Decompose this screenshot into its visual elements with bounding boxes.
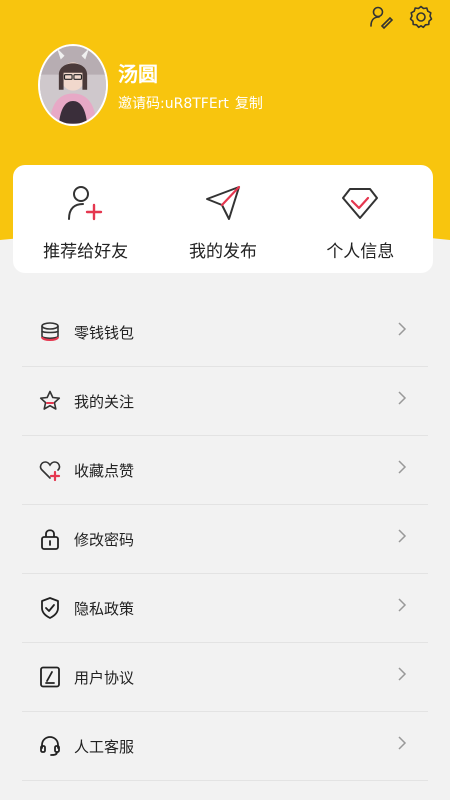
avatar[interactable]	[38, 44, 108, 126]
add-user-icon	[67, 186, 102, 221]
user-edit-icon[interactable]	[368, 4, 394, 30]
chevron-right-icon	[398, 598, 407, 612]
headset-icon	[40, 736, 60, 756]
star-icon	[39, 390, 61, 410]
action-my-posts[interactable]: 我的发布	[154, 165, 291, 273]
action-label: 推荐给好友	[43, 242, 129, 262]
menu-item-change-password[interactable]: 修改密码	[22, 505, 428, 574]
menu-item-favorites[interactable]: 收藏点赞	[22, 436, 428, 505]
action-recommend-friend[interactable]: 推荐给好友	[17, 165, 154, 273]
menu-label: 零钱钱包	[74, 323, 135, 342]
quick-actions-card: 推荐给好友 我的发布 个人信息	[13, 165, 433, 273]
profile-info: 汤圆 邀请码:uR8TFErt 复制	[118, 57, 263, 113]
chevron-right-icon	[398, 736, 407, 750]
menu-item-customer-service[interactable]: 人工客服	[22, 712, 428, 781]
copy-invite-button[interactable]: 复制	[235, 96, 263, 112]
menu-item-privacy-policy[interactable]: 隐私政策	[22, 574, 428, 643]
chevron-right-icon	[398, 322, 407, 336]
top-toolbar	[368, 4, 434, 30]
menu-item-wallet[interactable]: 零钱钱包	[22, 298, 428, 367]
settings-menu: 零钱钱包 我的关注 收藏点赞 修改密码 隐私政策 用户协议 人工客服	[0, 298, 450, 800]
menu-label: 隐私政策	[74, 599, 135, 618]
action-label: 我的发布	[188, 242, 257, 262]
heart-plus-icon	[39, 461, 61, 482]
menu-label: 修改密码	[74, 530, 135, 549]
menu-item-following[interactable]: 我的关注	[22, 367, 428, 436]
avatar-image	[40, 46, 106, 124]
invite-row: 邀请码:uR8TFErt 复制	[118, 93, 263, 113]
chevron-right-icon	[398, 667, 407, 681]
coins-icon	[41, 322, 59, 341]
shield-check-icon	[41, 597, 59, 619]
invite-label: 邀请码:	[118, 96, 165, 112]
document-sign-icon	[40, 666, 60, 688]
chevron-right-icon	[398, 460, 407, 474]
menu-item-user-agreement[interactable]: 用户协议	[22, 643, 428, 712]
chevron-right-icon	[398, 529, 407, 543]
action-personal-info[interactable]: 个人信息	[292, 165, 429, 273]
action-label: 个人信息	[326, 242, 395, 262]
menu-label: 我的关注	[74, 392, 135, 411]
invite-code: uR8TFErt	[164, 96, 229, 112]
menu-label: 人工客服	[74, 737, 135, 756]
send-plane-icon	[205, 185, 241, 220]
lock-icon	[41, 529, 59, 550]
menu-label: 收藏点赞	[74, 461, 135, 480]
username: 汤圆	[118, 62, 158, 86]
profile-section: 汤圆 邀请码:uR8TFErt 复制	[38, 44, 263, 126]
settings-gear-icon[interactable]	[408, 4, 434, 30]
diamond-icon	[342, 188, 379, 219]
menu-label: 用户协议	[74, 668, 135, 687]
chevron-right-icon	[398, 391, 407, 405]
